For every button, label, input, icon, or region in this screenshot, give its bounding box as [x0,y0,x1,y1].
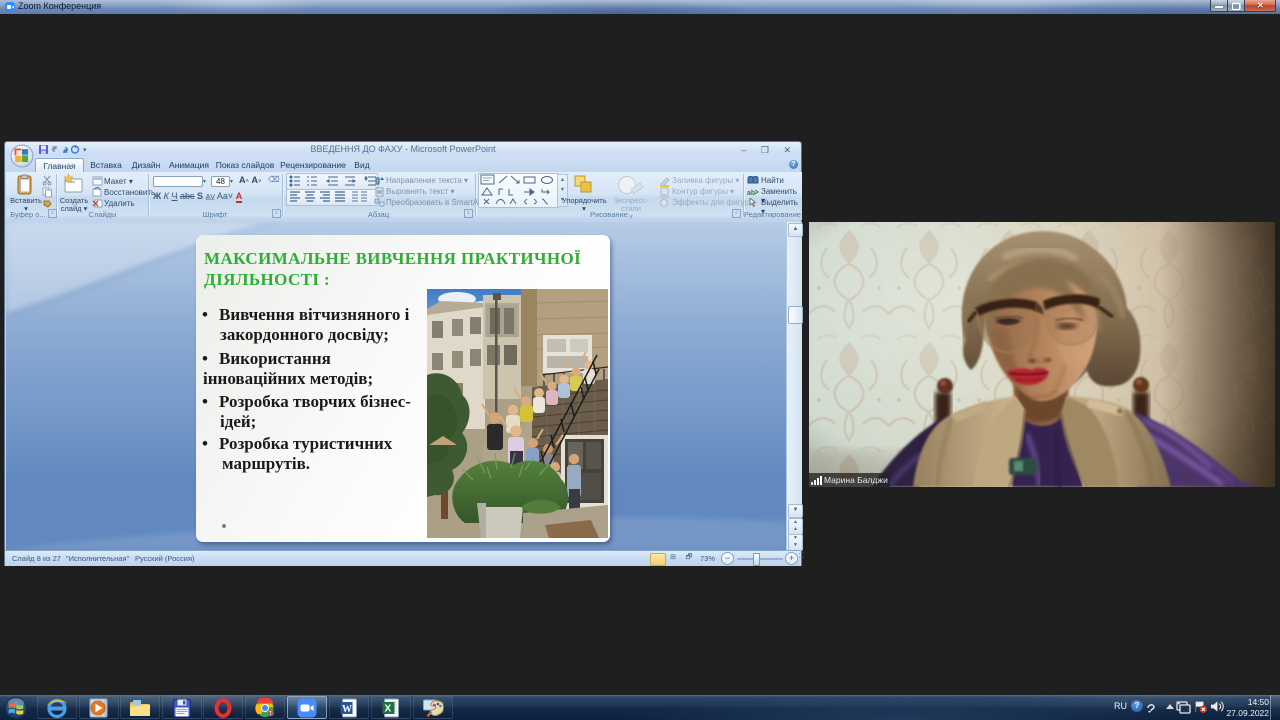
svg-text:ab: ab [747,190,755,197]
svg-text:W: W [342,704,352,715]
svg-text:X: X [385,703,392,714]
svg-text:▾: ▾ [83,147,87,154]
svg-text:T: T [269,711,272,717]
